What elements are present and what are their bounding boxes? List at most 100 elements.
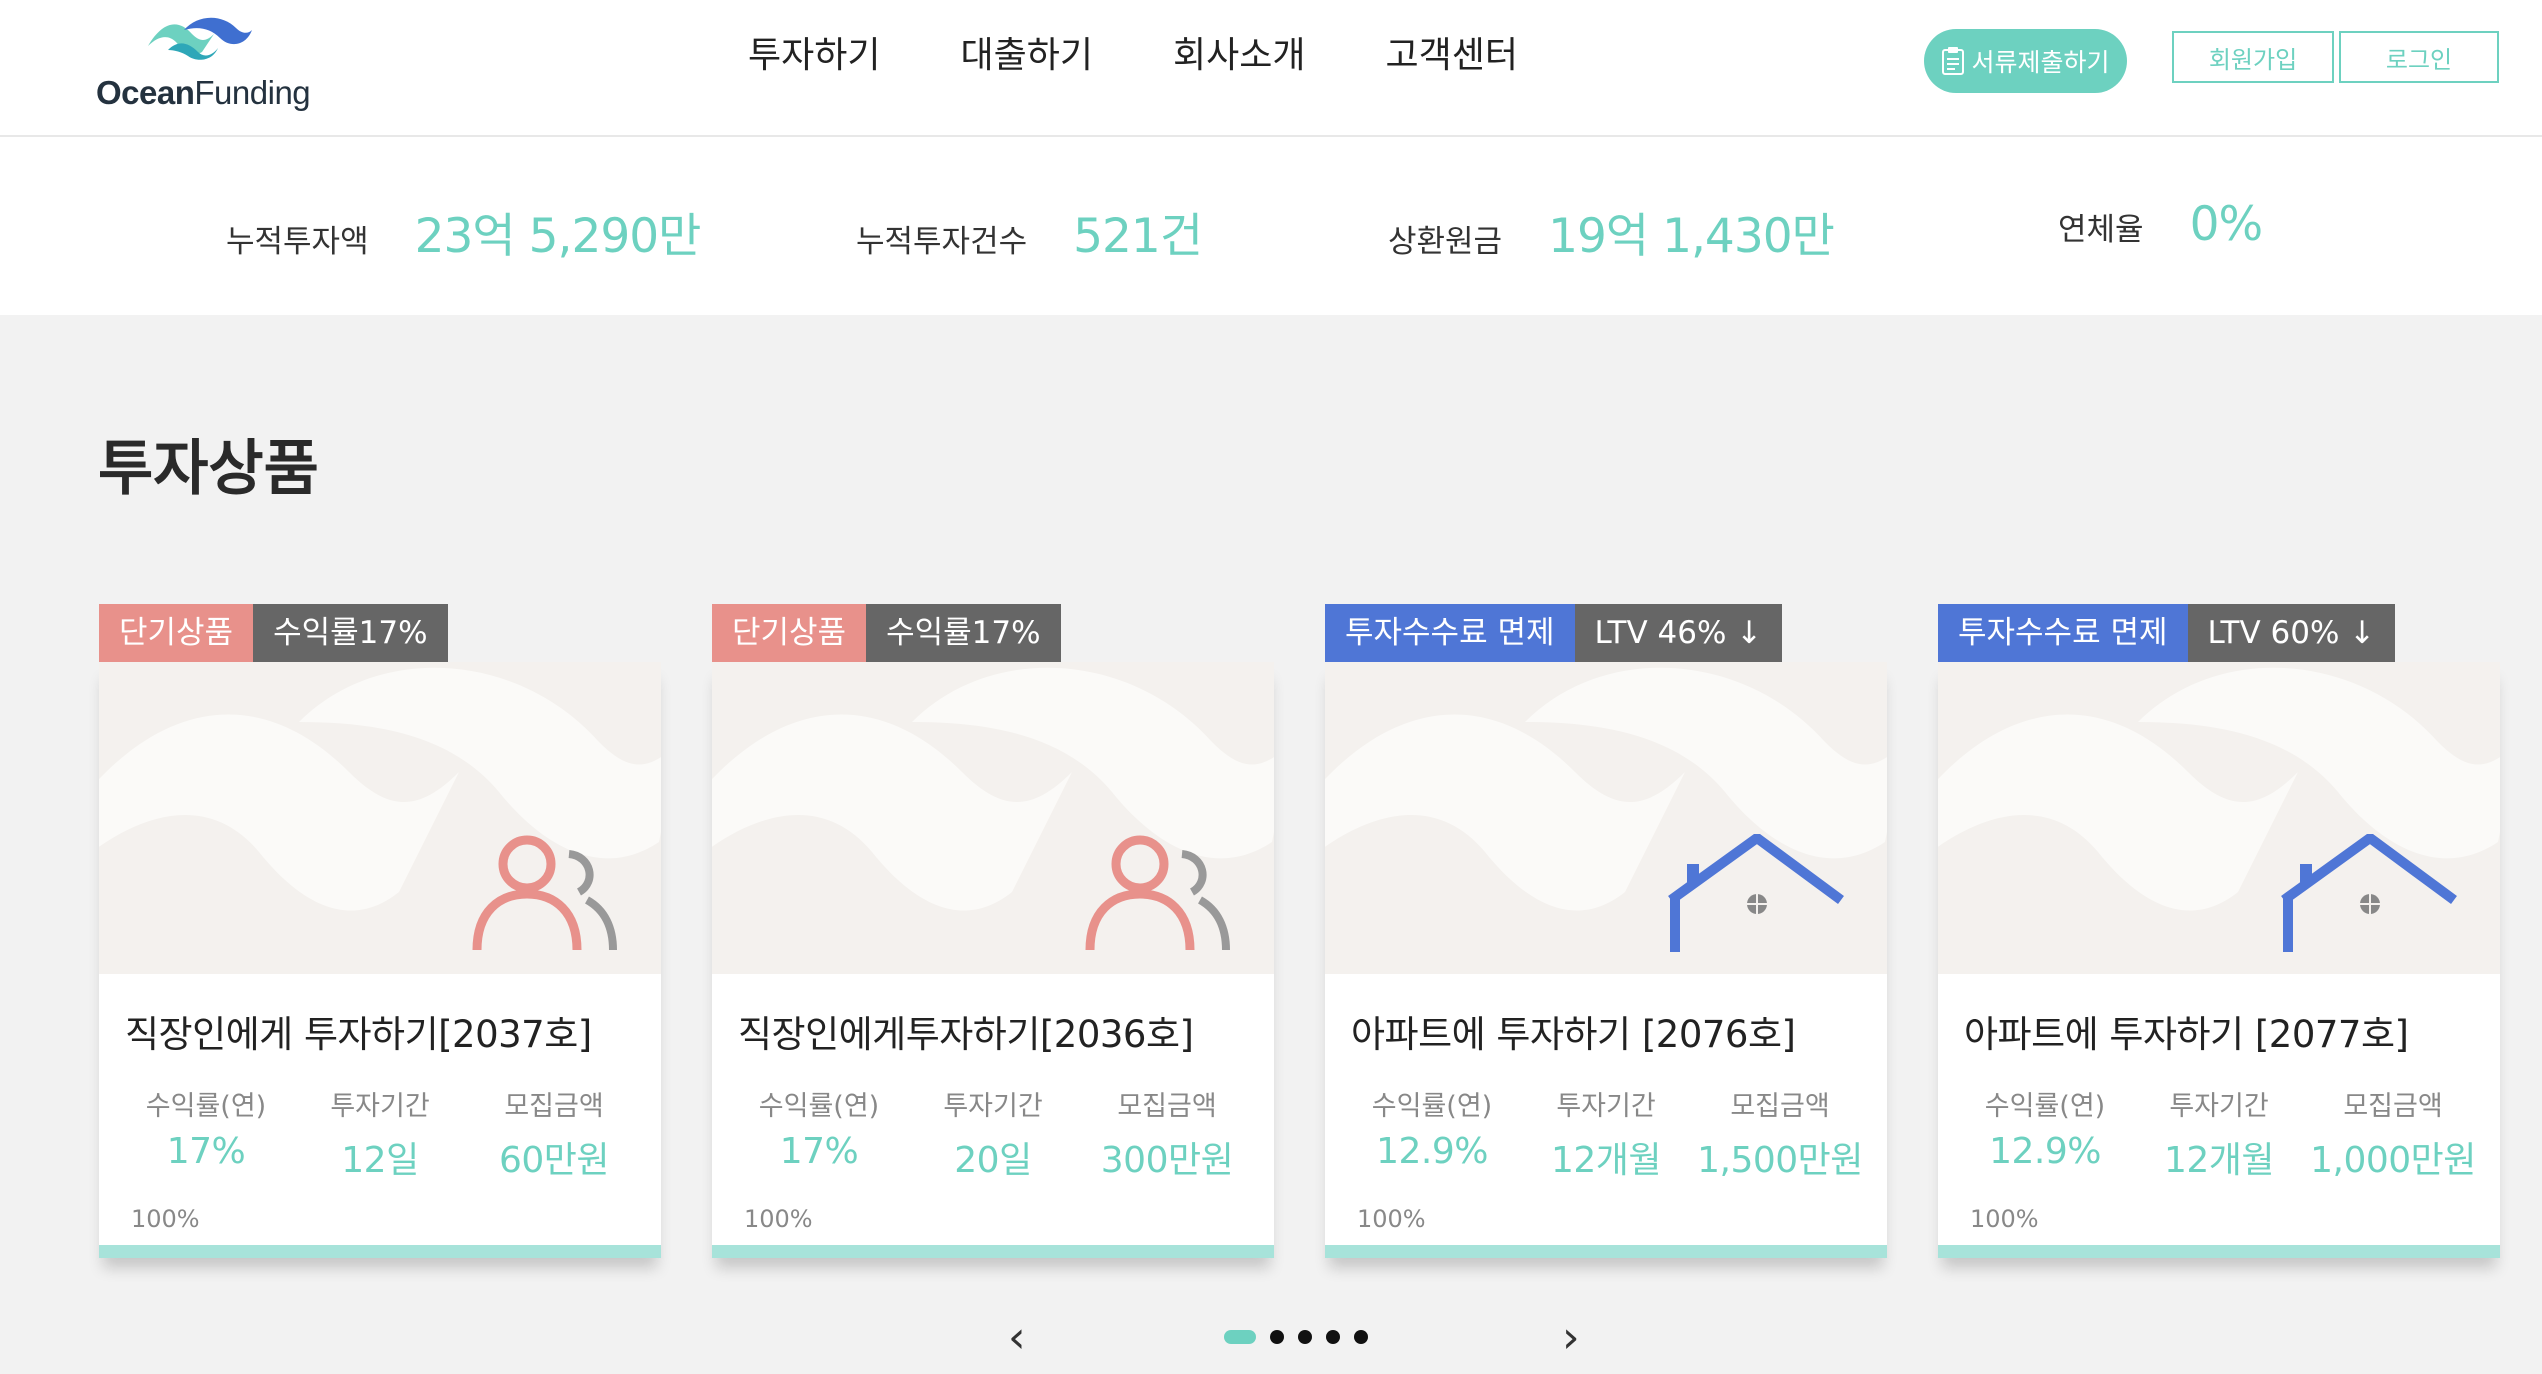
metric-label: 투자기간 xyxy=(943,1091,1043,1122)
metric-label: 투자기간 xyxy=(2169,1091,2269,1122)
card-body: 아파트에 투자하기 [2076호] 수익률(연) 12.9% 투자기간 12개월… xyxy=(1325,662,1887,1258)
product-info-tag: 수익률17% xyxy=(253,604,448,662)
metric-period: 투자기간 12개월 xyxy=(1519,1084,1693,1183)
stat-value: 23억 5,290만 xyxy=(414,209,702,264)
metric-value: 12개월 xyxy=(1550,1140,1662,1181)
stat-label: 상환원금 xyxy=(1388,224,1503,260)
card-image xyxy=(1325,662,1887,974)
main-nav: 투자하기 대출하기 회사소개 고객센터 xyxy=(748,26,1598,78)
nav-company[interactable]: 회사소개 xyxy=(1173,26,1305,78)
carousel-dot[interactable] xyxy=(1224,1330,1256,1344)
oceanfunding-logo[interactable]: OceanFunding xyxy=(96,12,311,112)
card-tags: 단기상품 수익률17% xyxy=(99,604,661,662)
product-title[interactable]: 아파트에 투자하기 [2076호] xyxy=(1325,974,1887,1058)
funding-progress-fill xyxy=(1325,1245,1887,1258)
submit-documents-button[interactable]: 서류제출하기 xyxy=(1924,29,2127,93)
metric-label: 모집금액 xyxy=(2343,1091,2443,1122)
card-tags: 투자수수료 면제 LTV 60% ↓ xyxy=(1938,604,2500,662)
metric-label: 수익률(연) xyxy=(758,1091,880,1122)
product-title[interactable]: 아파트에 투자하기 [2077호] xyxy=(1938,974,2500,1058)
stat-repaid-principal: 상환원금 19억 1,430만 xyxy=(1388,197,1835,266)
funding-percent: 100% xyxy=(1357,1205,1426,1233)
metric-label: 투자기간 xyxy=(330,1091,430,1122)
section-title: 투자상품 xyxy=(98,434,319,504)
funding-progress-fill xyxy=(99,1245,661,1258)
metric-value: 1,000만원 xyxy=(2310,1140,2476,1181)
funding-percent: 100% xyxy=(131,1205,200,1233)
product-metrics: 수익률(연) 17% 투자기간 20일 모집금액 300만원 xyxy=(712,1058,1274,1183)
metric-value: 12일 xyxy=(341,1140,419,1181)
stat-total-investment: 누적투자액 23억 5,290만 xyxy=(226,197,702,266)
metric-value: 12.9% xyxy=(1989,1131,2101,1172)
house-icon xyxy=(1668,834,1844,952)
house-icon xyxy=(2281,834,2457,952)
card-image xyxy=(99,662,661,974)
metric-amount: 모집금액 1,000만원 xyxy=(2306,1084,2480,1183)
stat-value: 19억 1,430만 xyxy=(1548,209,1835,264)
metric-amount: 모집금액 60만원 xyxy=(467,1084,641,1183)
nav-invest[interactable]: 투자하기 xyxy=(748,26,880,78)
metric-rate: 수익률(연) 17% xyxy=(119,1084,293,1183)
metric-period: 투자기간 20일 xyxy=(906,1084,1080,1183)
submit-documents-label: 서류제출하기 xyxy=(1971,48,2110,77)
metric-value: 300만원 xyxy=(1100,1140,1234,1181)
metric-value: 17% xyxy=(166,1131,246,1172)
product-metrics: 수익률(연) 12.9% 투자기간 12개월 모집금액 1,000만원 xyxy=(1938,1058,2500,1183)
metric-label: 모집금액 xyxy=(1730,1091,1830,1122)
clipboard-icon xyxy=(1942,47,1965,75)
metric-value: 12.9% xyxy=(1376,1131,1488,1172)
carousel-dots xyxy=(1224,1330,1382,1344)
metric-rate: 수익률(연) 17% xyxy=(732,1084,906,1183)
funding-progress-fill xyxy=(1938,1245,2500,1258)
funding-percent: 100% xyxy=(1970,1205,2039,1233)
signup-button[interactable]: 회원가입 xyxy=(2172,31,2334,83)
carousel-dot[interactable] xyxy=(1298,1330,1312,1344)
login-button[interactable]: 로그인 xyxy=(2339,31,2499,83)
metric-label: 모집금액 xyxy=(1117,1091,1217,1122)
carousel-next-button[interactable]: › xyxy=(1562,1312,1580,1363)
metric-period: 투자기간 12개월 xyxy=(2132,1084,2306,1183)
product-type-tag: 단기상품 xyxy=(712,604,867,662)
product-type-tag: 투자수수료 면제 xyxy=(1938,604,2188,662)
card-tags: 투자수수료 면제 LTV 46% ↓ xyxy=(1325,604,1887,662)
stat-delinquency-rate: 연체율 0% xyxy=(2058,197,2263,252)
funding-progress-fill xyxy=(712,1245,1274,1258)
metric-label: 수익률(연) xyxy=(145,1091,267,1122)
carousel-dot[interactable] xyxy=(1270,1330,1284,1344)
card-body: 직장인에게 투자하기[2037호] 수익률(연) 17% 투자기간 12일 모집… xyxy=(99,662,661,1258)
product-title[interactable]: 직장인에게투자하기[2036호] xyxy=(712,974,1274,1058)
metric-value: 12개월 xyxy=(2163,1140,2275,1181)
stat-value: 521건 xyxy=(1073,209,1203,264)
header: OceanFunding 투자하기 대출하기 회사소개 고객센터 서류제출하기 … xyxy=(0,0,2542,137)
people-icon xyxy=(472,835,617,951)
stat-label: 누적투자액 xyxy=(226,224,369,260)
product-title[interactable]: 직장인에게 투자하기[2037호] xyxy=(99,974,661,1058)
stat-label: 연체율 xyxy=(2058,212,2144,248)
metric-label: 수익률(연) xyxy=(1984,1091,2106,1122)
funding-progress-bar xyxy=(99,1245,661,1258)
metric-rate: 수익률(연) 12.9% xyxy=(1345,1084,1519,1183)
metric-period: 투자기간 12일 xyxy=(293,1084,467,1183)
carousel-prev-button[interactable]: ‹ xyxy=(1008,1312,1026,1363)
card-body: 직장인에게투자하기[2036호] 수익률(연) 17% 투자기간 20일 모집금… xyxy=(712,662,1274,1258)
metric-label: 수익률(연) xyxy=(1371,1091,1493,1122)
wave-logo-icon xyxy=(148,17,252,60)
product-type-tag: 투자수수료 면제 xyxy=(1325,604,1575,662)
funding-progress-bar xyxy=(712,1245,1274,1258)
carousel-dot[interactable] xyxy=(1326,1330,1340,1344)
metric-value: 17% xyxy=(779,1131,859,1172)
carousel-dot[interactable] xyxy=(1354,1330,1368,1344)
nav-loan[interactable]: 대출하기 xyxy=(960,26,1092,78)
metric-rate: 수익률(연) 12.9% xyxy=(1958,1084,2132,1183)
product-card[interactable]: 투자수수료 면제 LTV 60% ↓ 아파트에 투자하기 [2077호] 수익률… xyxy=(1938,604,2500,1258)
product-info-tag: LTV 60% ↓ xyxy=(2187,604,2396,662)
funding-progress-bar xyxy=(1325,1245,1887,1258)
metric-value: 20일 xyxy=(954,1140,1032,1181)
metric-label: 투자기간 xyxy=(1556,1091,1656,1122)
product-card[interactable]: 단기상품 수익률17% 직장인에게투자하기[2036호] 수익률(연) 17% … xyxy=(712,604,1274,1258)
card-tags: 단기상품 수익률17% xyxy=(712,604,1274,662)
product-card[interactable]: 단기상품 수익률17% 직장인에게 투자하기[2037호] 수익률(연) 17%… xyxy=(99,604,661,1258)
product-card[interactable]: 투자수수료 면제 LTV 46% ↓ 아파트에 투자하기 [2076호] 수익률… xyxy=(1325,604,1887,1258)
nav-support[interactable]: 고객센터 xyxy=(1385,26,1517,78)
product-info-tag: 수익률17% xyxy=(866,604,1061,662)
